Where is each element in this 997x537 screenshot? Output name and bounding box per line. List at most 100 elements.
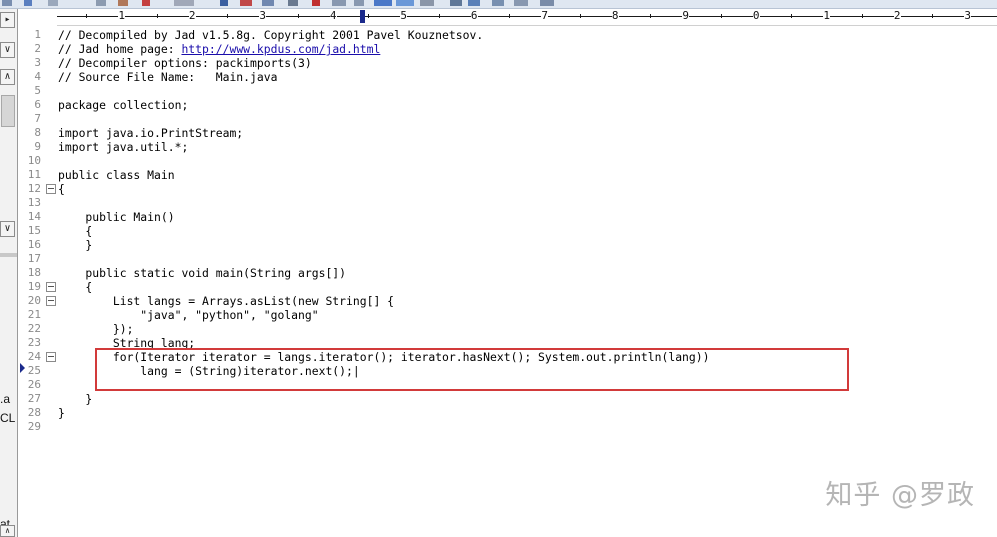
ruler-tick: [86, 14, 88, 18]
toolbar-icon[interactable]: [540, 0, 554, 6]
fold-toggle-icon[interactable]: [46, 296, 56, 306]
toolbar-icon[interactable]: [332, 0, 346, 6]
code-text: import java.util.*;: [58, 140, 188, 154]
line-number: 17: [27, 252, 41, 265]
ruler-tick: [156, 14, 158, 18]
code-line[interactable]: 10: [17, 154, 997, 168]
code-text-content: // Decompiler options: packimports(3): [58, 56, 312, 70]
code-text: {: [58, 224, 92, 238]
scroll-up-button[interactable]: ∧: [0, 69, 15, 85]
line-number: 13: [27, 196, 41, 209]
fold-toggle-icon[interactable]: [46, 184, 56, 194]
code-text-content: // Jad home page:: [58, 42, 182, 56]
toolbar-icon[interactable]: [450, 0, 462, 6]
ruler: 1 2 3 4 5 6 7 8 9 0 1 2 3: [57, 9, 997, 26]
line-number: 24: [27, 350, 41, 363]
code-text: // Jad home page: http://www.kpdus.com/j…: [58, 42, 380, 56]
close-icon[interactable]: [142, 0, 150, 6]
code-line[interactable]: 6 package collection;: [17, 98, 997, 112]
code-line[interactable]: 3 // Decompiler options: packimports(3): [17, 56, 997, 70]
code-text: "java", "python", "golang": [58, 308, 318, 322]
toolbar-icon[interactable]: [24, 0, 32, 6]
toolbar-icon[interactable]: [96, 0, 106, 6]
ruler-cursor-marker[interactable]: [360, 10, 365, 23]
code-line[interactable]: 21 "java", "python", "golang": [17, 308, 997, 322]
expand-button[interactable]: ▸: [0, 12, 15, 28]
toolbar-icon[interactable]: [514, 0, 528, 6]
line-number: 1: [34, 28, 41, 41]
code-line[interactable]: 14 public Main(): [17, 210, 997, 224]
line-number: 3: [34, 56, 41, 69]
code-text: public static void main(String args[]): [58, 266, 346, 280]
ruler-label: 7: [541, 9, 549, 23]
code-line[interactable]: 11 public class Main: [17, 168, 997, 182]
code-line[interactable]: 9 import java.util.*;: [17, 140, 997, 154]
code-line[interactable]: 12 {: [17, 182, 997, 196]
code-line[interactable]: 22 });: [17, 322, 997, 336]
code-line[interactable]: 2 // Jad home page: http://www.kpdus.com/…: [17, 42, 997, 56]
font-icon[interactable]: [312, 0, 320, 6]
code-line[interactable]: 20 List langs = Arrays.asList(new String…: [17, 294, 997, 308]
toolbar-icon[interactable]: [174, 0, 194, 6]
pane-divider[interactable]: [0, 253, 17, 257]
line-number: 29: [27, 420, 41, 433]
ruler-tick: [227, 14, 229, 18]
toolbar-icon[interactable]: [492, 0, 504, 6]
scroll-up-button[interactable]: ∧: [0, 525, 15, 537]
toolbar-icon[interactable]: [288, 0, 298, 6]
code-line[interactable]: 17: [17, 252, 997, 266]
fold-toggle-icon[interactable]: [46, 282, 56, 292]
scrollbar-thumb[interactable]: [1, 95, 15, 127]
ruler-label: 2: [893, 9, 901, 23]
code-line[interactable]: 19 {: [17, 280, 997, 294]
code-editor[interactable]: 1 // Decompiled by Jad v1.5.8g. Copyright…: [17, 25, 997, 537]
toolbar-icon[interactable]: [262, 0, 274, 6]
hyperlink[interactable]: http://www.kpdus.com/jad.html: [181, 42, 380, 56]
scroll-down-button[interactable]: ∨: [0, 221, 15, 237]
code-line[interactable]: 16 }: [17, 238, 997, 252]
code-line[interactable]: 27 }: [17, 392, 997, 406]
tree-item-text[interactable]: .a: [0, 392, 10, 406]
code-line[interactable]: 28}: [17, 406, 997, 420]
toolbar-icon-active[interactable]: [374, 0, 392, 6]
ruler-label: 6: [470, 9, 478, 23]
gear-icon[interactable]: [420, 0, 434, 6]
code-line[interactable]: 1 // Decompiled by Jad v1.5.8g. Copyright…: [17, 28, 997, 42]
toolbar-icon[interactable]: [220, 0, 228, 6]
code-text: package collection;: [58, 98, 188, 112]
ruler-label: 9: [682, 9, 690, 23]
code-text-content: }: [58, 238, 93, 252]
toolbar-icon-active[interactable]: [396, 0, 414, 6]
code-line[interactable]: 18 public static void main(String args[]…: [17, 266, 997, 280]
scroll-down-button[interactable]: ∨: [0, 42, 15, 58]
toolbar-icon[interactable]: [48, 0, 58, 6]
ruler-label: 0: [752, 9, 760, 23]
ruler-label: 2: [188, 9, 196, 23]
code-text: List langs = Arrays.asList(new String[] …: [58, 294, 394, 308]
toolbar-icon[interactable]: [2, 0, 12, 6]
line-number: 15: [27, 224, 41, 237]
toolbar-icon[interactable]: [240, 0, 252, 6]
code-text: // Decompiled by Jad v1.5.8g. Copyright …: [58, 28, 483, 42]
code-line[interactable]: 5: [17, 84, 997, 98]
line-number: 21: [27, 308, 41, 321]
code-line[interactable]: 7: [17, 112, 997, 126]
toolbar-icon[interactable]: [354, 0, 364, 6]
code-line[interactable]: 4 // Source File Name: Main.java: [17, 70, 997, 84]
line-number: 9: [34, 140, 41, 153]
code-line[interactable]: 15 {: [17, 224, 997, 238]
line-number: 16: [27, 238, 41, 251]
code-line[interactable]: 8 import java.io.PrintStream;: [17, 126, 997, 140]
code-line[interactable]: 29: [17, 420, 997, 434]
ruler-tick: [650, 14, 652, 18]
toolbar-icon[interactable]: [468, 0, 480, 6]
fold-toggle-icon[interactable]: [46, 352, 56, 362]
code-line[interactable]: 13: [17, 196, 997, 210]
toolbar-icon[interactable]: [118, 0, 128, 6]
code-text: public Main(): [58, 210, 174, 224]
left-pane: ▸ ∨ ∧ ∨ .a CL at ∧: [0, 9, 18, 537]
ruler-label: 1: [823, 9, 831, 23]
tree-item-text[interactable]: CL: [0, 411, 15, 425]
code-text-content: public class Main: [58, 168, 175, 182]
code-text: }: [58, 238, 92, 252]
